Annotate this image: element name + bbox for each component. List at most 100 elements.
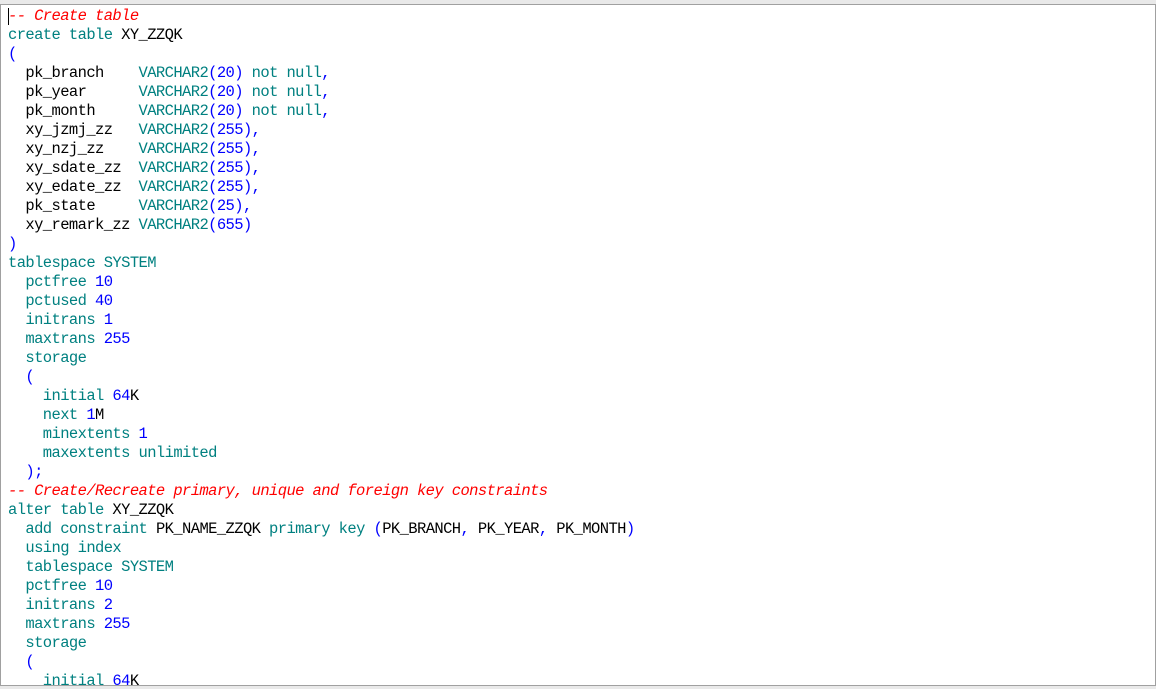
code-token: , [321,64,330,82]
code-line[interactable]: pk_branch VARCHAR2(20) not null, [8,64,635,83]
code-token: 40 [95,292,113,310]
code-token: xy_edate_zz [8,178,139,196]
code-line[interactable]: storage [8,349,635,368]
code-line[interactable]: pctfree 10 [8,273,635,292]
code-token: , [251,121,261,139]
code-token: ( [8,653,35,671]
code-token: ) [234,83,243,101]
code-token: not null [242,83,322,101]
code-token: ( [8,45,17,63]
code-line[interactable]: create table XY_ZZQK [8,26,635,45]
code-line[interactable]: pk_state VARCHAR2(25), [8,197,635,216]
code-token: , [321,102,330,120]
code-token: 255 [216,140,244,158]
code-line[interactable]: xy_edate_zz VARCHAR2(255), [8,178,635,197]
code-token: create table [8,26,122,44]
code-token: pctused [8,292,96,310]
text-caret [8,8,9,25]
code-token: 255 [103,330,131,348]
code-line[interactable]: maxtrans 255 [8,615,635,634]
code-token: using index [8,539,122,557]
code-area[interactable]: -- Create table create table XY_ZZQK( pk_… [8,7,635,686]
code-token: VARCHAR2 [138,102,209,120]
code-token: VARCHAR2 [138,83,209,101]
code-token: 20 [216,83,235,101]
code-token: PK_YEAR [477,520,540,538]
code-token: initial [8,672,113,686]
code-line[interactable]: minextents 1 [8,425,635,444]
code-token: 1 [138,425,148,443]
code-line[interactable]: next 1M [8,406,635,425]
code-token: ( [208,83,217,101]
code-line[interactable]: xy_jzmj_zz VARCHAR2(255), [8,121,635,140]
code-line[interactable]: initrans 1 [8,311,635,330]
code-line[interactable]: -- Create table [8,7,635,26]
code-token: , [460,520,478,538]
code-token: 255 [103,615,131,633]
code-token: PK_MONTH [556,520,626,538]
code-line[interactable]: tablespace SYSTEM [8,254,635,273]
code-token: pk_branch [8,64,139,82]
code-token: 10 [95,273,113,291]
code-token: VARCHAR2 [138,178,209,196]
code-token: primary key [260,520,374,538]
code-token: tablespace [8,254,104,272]
code-line[interactable]: storage [8,634,635,653]
code-line[interactable]: xy_remark_zz VARCHAR2(655) [8,216,635,235]
code-token: VARCHAR2 [138,121,209,139]
code-token: minextents [8,425,139,443]
code-token: ( [208,140,217,158]
code-token: XY_ZZQK [121,26,183,44]
code-line[interactable]: pk_month VARCHAR2(20) not null, [8,102,635,121]
code-line[interactable]: initial 64K [8,387,635,406]
code-token: ( [8,368,35,386]
code-token: VARCHAR2 [138,216,209,234]
code-token: ( [208,64,217,82]
code-token: PK_NAME_ZZQK [155,520,261,538]
code-token: xy_sdate_zz [8,159,139,177]
code-line[interactable]: initrans 2 [8,596,635,615]
code-token: VARCHAR2 [138,197,209,215]
code-token: initrans [8,311,104,329]
code-token: maxtrans [8,615,104,633]
code-line[interactable]: xy_sdate_zz VARCHAR2(255), [8,159,635,178]
code-token: pk_month [8,102,139,120]
code-token: K [129,387,139,405]
code-token: VARCHAR2 [138,159,209,177]
code-line[interactable]: add constraint PK_NAME_ZZQK primary key … [8,520,635,539]
code-token: alter table [8,501,113,519]
code-line[interactable]: alter table XY_ZZQK [8,501,635,520]
code-line[interactable]: ); [8,463,635,482]
code-token: ); [8,463,43,481]
code-line[interactable]: initial 64K [8,672,635,686]
code-line[interactable]: maxtrans 255 [8,330,635,349]
code-token: add constraint [8,520,156,538]
code-token: , [321,83,330,101]
code-token: 1 [86,406,96,424]
sql-editor[interactable]: -- Create table create table XY_ZZQK( pk_… [0,4,1156,686]
code-line[interactable]: using index [8,539,635,558]
code-token: 64 [112,387,130,405]
code-line[interactable]: ( [8,653,635,672]
code-token: ) [242,159,252,177]
code-line[interactable]: ( [8,45,635,64]
code-line[interactable]: maxextents unlimited [8,444,635,463]
code-token: not null [242,102,322,120]
code-line[interactable]: pk_year VARCHAR2(20) not null, [8,83,635,102]
code-line[interactable]: ) [8,235,635,254]
code-token: SYSTEM [103,254,157,272]
code-line[interactable]: pctused 40 [8,292,635,311]
code-token: 255 [216,178,244,196]
code-token: 25 [216,197,235,215]
code-line[interactable]: tablespace SYSTEM [8,558,635,577]
code-token: , [251,140,261,158]
code-line[interactable]: ( [8,368,635,387]
code-token: K [129,672,139,686]
code-token: 255 [216,159,244,177]
code-line[interactable]: -- Create/Recreate primary, unique and f… [8,482,635,501]
code-line[interactable]: pctfree 10 [8,577,635,596]
code-token: ) [625,520,635,538]
code-line[interactable]: xy_nzj_zz VARCHAR2(255), [8,140,635,159]
code-token: PK_BRANCH [382,520,461,538]
code-token: 1 [103,311,113,329]
